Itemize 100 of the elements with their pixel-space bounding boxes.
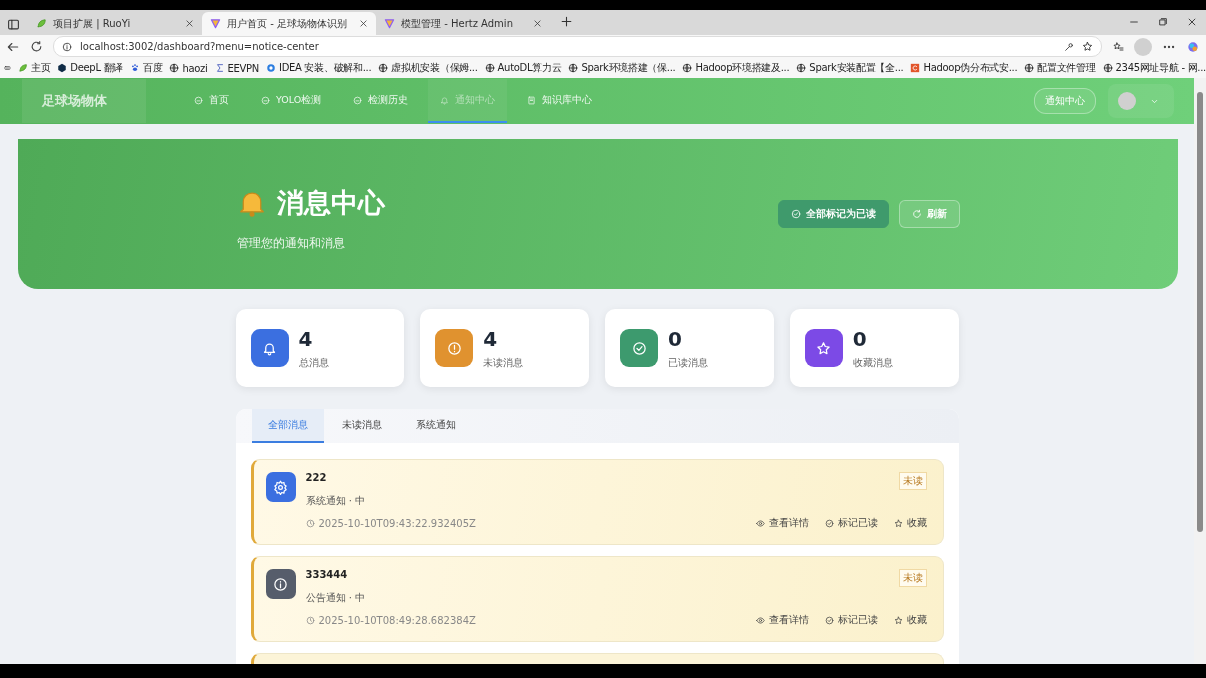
hexagon-icon bbox=[57, 63, 68, 73]
close-icon bbox=[359, 19, 368, 28]
bookmark[interactable]: 2345网址导航 - 网... bbox=[1102, 61, 1206, 75]
check-circle-icon bbox=[824, 615, 834, 625]
stat-label: 已读消息 bbox=[668, 355, 708, 370]
address-bar[interactable]: localhost:3002/dashboard?menu=notice-center bbox=[53, 36, 1102, 57]
filter-tab[interactable]: 未读消息 bbox=[325, 409, 398, 443]
unread-badge: 未读 bbox=[898, 472, 927, 490]
stat-label: 总消息 bbox=[298, 355, 329, 370]
sidebar-icon bbox=[6, 17, 20, 31]
globe-icon bbox=[1102, 63, 1113, 73]
nav-icon bbox=[353, 95, 363, 105]
globe-icon bbox=[169, 63, 180, 73]
alert-icon bbox=[446, 340, 462, 356]
check-circle-icon bbox=[790, 209, 801, 219]
bookmark[interactable]: DeepL 翻译 bbox=[57, 61, 123, 75]
unread-badge: 未读 bbox=[898, 569, 927, 587]
leaf-icon bbox=[36, 18, 47, 29]
new-tab-icon bbox=[560, 15, 573, 28]
favorites-icon bbox=[1112, 40, 1124, 53]
gear-icon bbox=[273, 479, 288, 495]
globe-icon bbox=[378, 63, 389, 73]
nav-icon bbox=[261, 95, 270, 105]
copilot-icon bbox=[1186, 39, 1200, 54]
browser-tab[interactable]: 模型管理 - Hertz Admin bbox=[376, 12, 550, 35]
filter-tab[interactable]: 全部消息 bbox=[251, 409, 324, 443]
bookmark[interactable]: Hadoop环境搭建及... bbox=[682, 61, 790, 75]
stat-value: 4 bbox=[298, 326, 314, 351]
message-action[interactable]: 查看详情 bbox=[755, 613, 809, 627]
avatar-icon bbox=[1118, 92, 1136, 110]
bell-icon bbox=[440, 95, 450, 105]
bookmark[interactable]: EEVPN bbox=[214, 62, 259, 74]
sigma-icon bbox=[214, 63, 225, 73]
book-icon bbox=[527, 95, 537, 105]
restore-icon bbox=[1157, 16, 1168, 27]
close-icon bbox=[185, 19, 194, 28]
bookmark[interactable]: haozi bbox=[169, 62, 208, 74]
bookmark[interactable]: 主页 bbox=[17, 61, 51, 75]
check-circle-icon bbox=[824, 518, 834, 528]
message-action[interactable]: 标记已读 bbox=[824, 516, 878, 530]
bookmark[interactable]: 虚拟机安装（保姆... bbox=[378, 61, 478, 75]
bookmark[interactable]: 配置文件管理 bbox=[1024, 61, 1096, 75]
globe-icon bbox=[682, 63, 693, 73]
bookmark[interactable]: 百度 bbox=[129, 61, 163, 75]
message-title: 222 bbox=[305, 472, 327, 483]
bookmark[interactable]: Spark安装配置【全... bbox=[796, 61, 904, 75]
star-icon bbox=[816, 340, 832, 356]
message-meta: 系统通知 · 中 bbox=[305, 494, 367, 508]
message-card[interactable]: 222 未读 系统通知 · 中 2025-10-10T09:43:22.932405Z 查看详情 标记已读 收藏 bbox=[250, 459, 944, 545]
stat-label: 收藏消息 bbox=[852, 355, 893, 370]
user-menu[interactable] bbox=[1108, 84, 1174, 118]
message-time: 2025-10-10T08:49:28.682384Z bbox=[318, 614, 476, 626]
leaf-icon bbox=[17, 63, 28, 73]
star-icon bbox=[893, 518, 903, 528]
page-subtitle: 管理您的通知和消息 bbox=[236, 235, 346, 252]
stat-value: 0 bbox=[668, 326, 683, 351]
info-icon bbox=[62, 41, 72, 52]
bookmark[interactable]: AutoDL算力云 bbox=[484, 61, 562, 75]
star-icon bbox=[893, 615, 903, 625]
message-action[interactable]: 收藏 bbox=[893, 613, 927, 627]
globe-icon bbox=[1024, 63, 1035, 73]
stat-value: 4 bbox=[483, 326, 499, 351]
triangle-logo-icon bbox=[384, 18, 395, 29]
eye-icon bbox=[755, 518, 765, 528]
bookmark[interactable]: IDEA 安装、破解和... bbox=[266, 61, 372, 75]
message-meta: 公告通知 · 中 bbox=[305, 591, 367, 605]
square-c-icon bbox=[910, 63, 921, 73]
page-title: 消息中心 bbox=[276, 186, 385, 220]
clock-icon bbox=[305, 518, 315, 528]
globe-icon bbox=[568, 63, 579, 73]
bell-icon bbox=[262, 340, 277, 356]
close-icon bbox=[1186, 16, 1197, 27]
browser-tab[interactable]: 用户首页 - 足球场物体识别 bbox=[202, 12, 376, 35]
refresh-icon bbox=[911, 209, 922, 219]
stat-label: 未读消息 bbox=[483, 355, 524, 370]
message-title: 333444 bbox=[305, 569, 348, 580]
info-icon bbox=[273, 576, 288, 592]
browser-tab[interactable]: 项目扩展 | RuoYi bbox=[28, 12, 202, 35]
message-action[interactable]: 查看详情 bbox=[755, 516, 809, 530]
message-action[interactable]: 标记已读 bbox=[824, 613, 878, 627]
bookmark[interactable]: Hadoop伪分布式安... bbox=[910, 61, 1018, 75]
star-icon bbox=[1082, 41, 1093, 52]
stat-value: 0 bbox=[852, 326, 868, 351]
bookmark[interactable]: Spark环境搭建（保... bbox=[568, 61, 676, 75]
filter-tab[interactable]: 系统通知 bbox=[399, 409, 472, 443]
message-card[interactable]: 333444 未读 公告通知 · 中 2025-10-10T08:49:28.682384Z 查看详情 标记已读 收藏 bbox=[250, 556, 944, 642]
message-action[interactable]: 收藏 bbox=[893, 516, 927, 530]
scrollbar[interactable] bbox=[1194, 78, 1206, 664]
reload-icon bbox=[30, 40, 43, 53]
globe-icon bbox=[484, 63, 495, 73]
close-icon bbox=[533, 19, 542, 28]
message-time: 2025-10-10T09:43:22.932405Z bbox=[318, 517, 476, 529]
triangle-logo-icon bbox=[210, 18, 221, 29]
clock-icon bbox=[305, 615, 315, 625]
nav-icon bbox=[194, 95, 203, 105]
check-circle-icon bbox=[631, 340, 647, 356]
disc-icon bbox=[266, 63, 276, 73]
key-icon bbox=[1064, 41, 1074, 52]
paw-icon bbox=[129, 63, 140, 73]
profile-icon[interactable] bbox=[1134, 37, 1152, 56]
